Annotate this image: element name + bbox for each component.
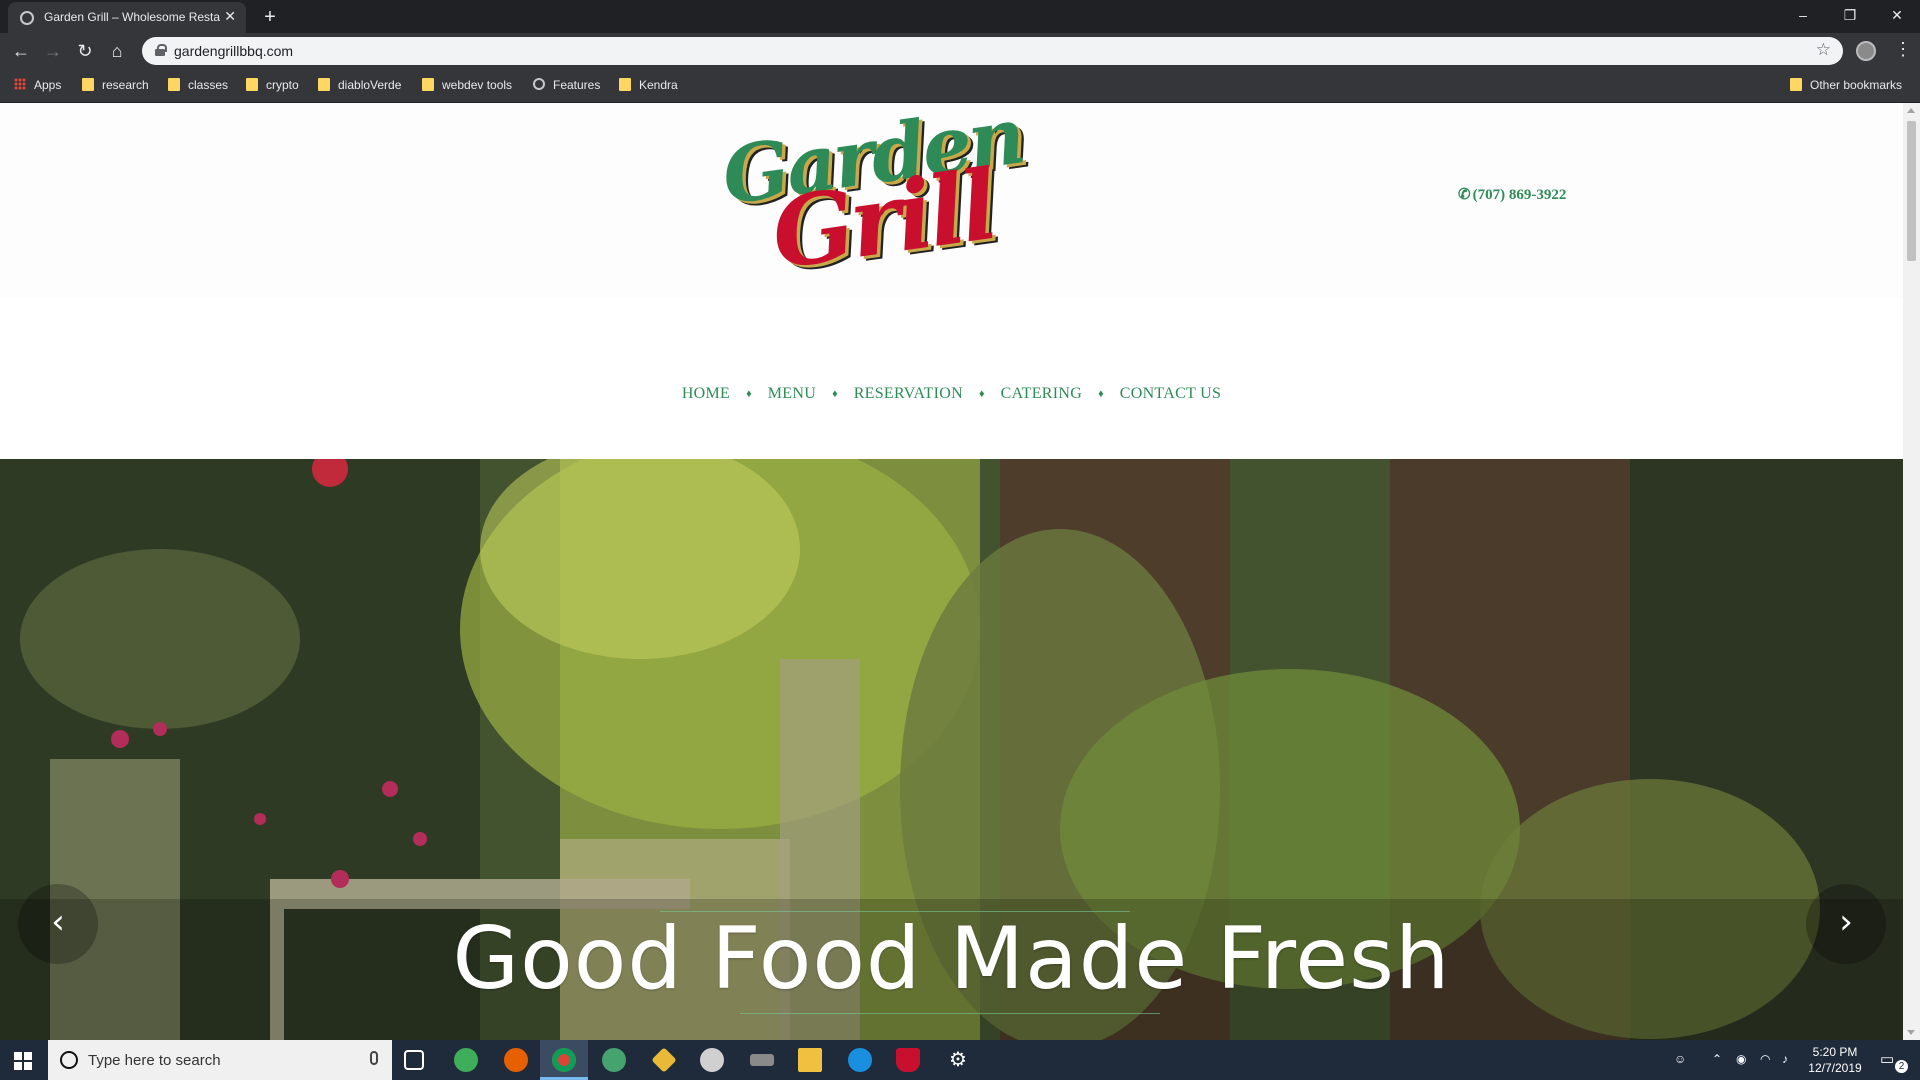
nav-separator-icon: ♦ (1098, 388, 1104, 400)
folder-icon (1790, 78, 1802, 91)
folder-icon (82, 78, 94, 91)
tab-garden-grill[interactable]: Garden Grill – Wholesome Resta ✕ (8, 2, 246, 33)
phone-number: (707) 869-3922 (1472, 187, 1567, 203)
restore-button[interactable]: ❐ (1827, 2, 1873, 28)
folder-icon (246, 78, 258, 91)
app-blue-icon[interactable] (848, 1048, 872, 1072)
forward-button[interactable]: → (40, 38, 66, 64)
other-bookmarks[interactable]: Other bookmarks (1790, 78, 1902, 96)
nav-separator-icon: ♦ (832, 388, 838, 400)
start-button[interactable] (0, 1040, 46, 1080)
nav-separator-icon: ♦ (978, 388, 985, 400)
folder-icon (318, 78, 330, 91)
globe-icon (533, 78, 545, 90)
cortana-icon (60, 1051, 78, 1069)
taskbar-search[interactable]: Type here to search (48, 1040, 392, 1080)
nav-separator-icon: ♦ (746, 388, 752, 400)
url-text[interactable]: gardengrillbbq.com (174, 43, 293, 59)
home-button[interactable]: ⌂ (104, 38, 130, 64)
chrome-icon[interactable] (552, 1048, 576, 1072)
microphone-icon[interactable] (370, 1051, 378, 1065)
settings-gear-icon[interactable]: ⚙ (946, 1048, 970, 1072)
lock-icon[interactable] (155, 44, 167, 56)
hero-divider-bottom (740, 1013, 1160, 1014)
folder-icon (168, 78, 180, 91)
bookmark-kendra[interactable]: Kendra (619, 78, 678, 96)
site-favicon-icon (20, 11, 34, 25)
notification-count-badge: 2 (1895, 1060, 1908, 1073)
apps-grid-icon (14, 78, 26, 90)
bookmark-crypto[interactable]: crypto (246, 78, 299, 96)
browser-chrome: Garden Grill – Wholesome Resta ✕ + – ❐ ✕… (0, 0, 1920, 103)
profile-avatar[interactable] (1856, 41, 1876, 61)
bookmark-research[interactable]: research (82, 78, 149, 96)
file-explorer-icon[interactable] (798, 1048, 822, 1072)
system-clock[interactable]: 5:20 PM 12/7/2019 (1800, 1044, 1870, 1076)
telegram-icon[interactable] (454, 1048, 478, 1072)
bookmark-features[interactable]: Features (533, 78, 600, 96)
close-tab-icon[interactable]: ✕ (224, 8, 236, 25)
phone-icon: ✆ (1458, 187, 1471, 203)
bookmark-classes[interactable]: classes (168, 78, 228, 96)
address-bar[interactable]: gardengrillbbq.com ☆ (142, 37, 1843, 65)
sourcetree-icon[interactable] (651, 1047, 677, 1073)
nav-contact-us[interactable]: CONTACT US (1120, 385, 1221, 402)
slider-prev-button[interactable]: ‹ (18, 884, 98, 964)
tab-title: Garden Grill – Wholesome Resta (44, 10, 221, 24)
search-placeholder: Type here to search (88, 1052, 221, 1069)
record-icon[interactable]: ◉ (1736, 1052, 1746, 1066)
scroll-down-icon[interactable] (1907, 1030, 1915, 1035)
web-page: Garden Grill ✆ (707) 869-3922 HOME ♦ MENU ♦ R… (0, 103, 1903, 1040)
minimize-button[interactable]: – (1780, 2, 1826, 28)
hero-slider: Good Food Made Fresh ‹ › (0, 459, 1903, 1040)
scrollbar-thumb[interactable] (1907, 121, 1916, 261)
phone-link[interactable]: ✆ (707) 869-3922 (1458, 185, 1566, 204)
tab-strip: Garden Grill – Wholesome Resta ✕ + – ❐ ✕ (0, 0, 1920, 33)
volume-icon[interactable]: ♪ (1782, 1052, 1788, 1066)
nav-menu[interactable]: MENU (768, 385, 816, 402)
github-icon[interactable] (700, 1048, 724, 1072)
folder-icon (619, 78, 631, 91)
nav-reservation[interactable]: RESERVATION (854, 385, 963, 402)
bookmark-star-icon[interactable]: ☆ (1816, 40, 1831, 60)
slider-next-button[interactable]: › (1806, 884, 1886, 964)
browser-menu-icon[interactable]: ⋮ (1894, 39, 1912, 60)
windows-logo-icon (14, 1052, 22, 1060)
clock-time: 5:20 PM (1812, 1045, 1858, 1059)
bookmark-diabloverde[interactable]: diabloVerde (318, 78, 401, 96)
site-logo[interactable]: Garden Grill (712, 103, 1028, 298)
bookmarks-bar: Apps research classes crypto diabloVerde… (0, 70, 1920, 103)
page-scrollbar[interactable] (1903, 103, 1920, 1040)
task-view-icon[interactable] (404, 1050, 424, 1070)
app-tool-icon[interactable] (750, 1054, 774, 1066)
main-navigation: HOME ♦ MENU ♦ RESERVATION ♦ CATERING ♦ CONTACT U… (0, 385, 1903, 403)
folder-icon (422, 78, 434, 91)
firefox-icon[interactable] (504, 1048, 528, 1072)
nav-home[interactable]: HOME (682, 385, 730, 402)
network-wifi-icon[interactable]: ◠ (1760, 1052, 1770, 1066)
bookmark-apps[interactable]: Apps (14, 78, 61, 96)
nav-catering[interactable]: CATERING (1001, 385, 1083, 402)
mcafee-icon[interactable] (896, 1048, 920, 1072)
bookmark-webdev-tools[interactable]: webdev tools (422, 78, 512, 96)
new-tab-button[interactable]: + (256, 4, 284, 32)
action-center-icon[interactable]: ▭ (1880, 1050, 1894, 1068)
clock-date: 12/7/2019 (1808, 1061, 1862, 1075)
chevron-right-icon: › (1839, 902, 1853, 942)
browser-toolbar: ← → ↻ ⌂ gardengrillbbq.com ☆ (0, 33, 1920, 70)
hero-title: Good Food Made Fresh (452, 909, 1451, 1009)
reload-button[interactable]: ↻ (72, 38, 98, 64)
people-icon[interactable]: ☺ (1674, 1052, 1686, 1066)
show-hidden-icons-chevron-up-icon[interactable]: ⌃ (1712, 1052, 1722, 1066)
close-window-button[interactable]: ✕ (1874, 2, 1920, 28)
chevron-left-icon: ‹ (51, 902, 65, 942)
back-button[interactable]: ← (8, 38, 34, 64)
windows-taskbar: Type here to search ⚙ ☺ ⌃ ◉ ◠ ♪ 5:20 PM … (0, 1040, 1920, 1080)
scroll-up-icon[interactable] (1907, 108, 1915, 113)
app-green-icon[interactable] (602, 1048, 626, 1072)
